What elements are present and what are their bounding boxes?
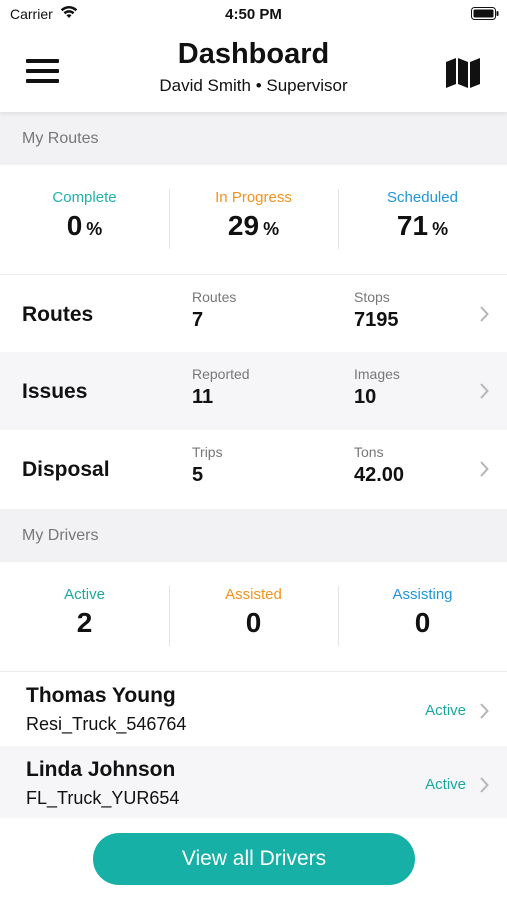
disposal-row[interactable]: Disposal Trips 5 Tons 42.00: [0, 430, 507, 508]
chevron-right-icon: [480, 703, 489, 719]
route-stats: Complete 0% In Progress 29% Scheduled 71…: [0, 165, 507, 273]
images-count-value: 10: [354, 386, 377, 408]
stat-complete-value: 0: [66, 210, 83, 241]
map-icon[interactable]: [445, 56, 481, 90]
tons-count: Tons 42.00: [354, 444, 404, 487]
stat-in-progress-unit: %: [263, 219, 280, 239]
trips-count-value: 5: [192, 464, 204, 486]
stops-count-value: 7195: [354, 309, 399, 331]
stops-count: Stops 7195: [354, 289, 399, 332]
stat-scheduled-value-wrap: 71%: [338, 210, 507, 242]
chevron-right-icon: [480, 777, 489, 793]
my-drivers-section-header: My Drivers: [0, 509, 507, 562]
driver-row[interactable]: Linda Johnson FL_Truck_YUR654 Active: [0, 746, 507, 821]
images-count: Images 10: [354, 366, 400, 409]
stat-assisting-value: 0: [414, 607, 431, 638]
my-routes-label: My Routes: [22, 130, 99, 147]
stat-in-progress: In Progress 29%: [169, 165, 338, 242]
routes-row[interactable]: Routes Routes 7 Stops 7195: [0, 274, 507, 352]
stat-in-progress-value: 29: [227, 210, 260, 241]
stat-scheduled-unit: %: [432, 219, 449, 239]
driver-row[interactable]: Thomas Young Resi_Truck_546764 Active: [0, 671, 507, 746]
stops-count-label: Stops: [354, 289, 390, 305]
stat-in-progress-label: In Progress: [215, 189, 292, 206]
stat-scheduled: Scheduled 71%: [338, 165, 507, 242]
routes-count: Routes 7: [192, 289, 236, 332]
trips-count-label: Trips: [192, 444, 223, 460]
issues-row[interactable]: Issues Reported 11 Images 10: [0, 352, 507, 430]
trips-count: Trips 5: [192, 444, 223, 487]
driver-truck: FL_Truck_YUR654: [26, 788, 180, 808]
stat-active-label: Active: [64, 586, 105, 603]
driver-status: Active: [425, 702, 466, 719]
reported-count-label: Reported: [192, 366, 250, 382]
driver-stats: Active 2 Assisted 0 Assisting 0: [0, 562, 507, 670]
routes-count-value: 7: [192, 309, 204, 331]
images-count-label: Images: [354, 366, 400, 382]
stat-assisted: Assisted 0: [169, 562, 338, 639]
stat-assisting-label: Assisting: [392, 586, 453, 603]
app-header: Dashboard David Smith • Supervisor: [0, 28, 507, 112]
chevron-right-icon: [480, 306, 489, 322]
my-routes-section-header: My Routes: [0, 112, 507, 165]
tons-count-value: 42.00: [354, 464, 405, 486]
routes-count-label: Routes: [192, 289, 237, 305]
stat-complete-value-wrap: 0%: [0, 210, 169, 242]
stat-active-value: 2: [76, 607, 93, 638]
footer: View all Drivers: [0, 818, 507, 900]
reported-count: Reported 11: [192, 366, 250, 409]
page-title: Dashboard: [177, 38, 330, 70]
stat-scheduled-value: 71: [396, 210, 429, 241]
battery-icon: [471, 7, 499, 25]
view-all-drivers-button[interactable]: View all Drivers: [93, 833, 415, 885]
driver-name: Thomas Young: [26, 684, 176, 707]
routes-row-title: Routes: [22, 303, 94, 326]
disposal-row-title: Disposal: [22, 458, 110, 481]
stat-complete-unit: %: [86, 219, 103, 239]
tons-count-label: Tons: [354, 444, 384, 460]
stat-assisted-label: Assisted: [225, 586, 282, 603]
chevron-right-icon: [480, 461, 489, 477]
status-bar: Carrier 4:50 PM: [0, 0, 507, 28]
issues-row-title: Issues: [22, 380, 88, 403]
driver-truck: Resi_Truck_546764: [26, 714, 187, 734]
user-subtitle: David Smith • Supervisor: [159, 76, 348, 95]
driver-status: Active: [425, 776, 466, 793]
stat-complete-label: Complete: [52, 189, 117, 206]
driver-name: Linda Johnson: [26, 758, 176, 781]
stat-assisted-value: 0: [245, 607, 262, 638]
reported-count-value: 11: [192, 386, 214, 408]
chevron-right-icon: [480, 383, 489, 399]
stat-scheduled-label: Scheduled: [387, 189, 458, 206]
stat-complete: Complete 0%: [0, 165, 169, 242]
my-drivers-label: My Drivers: [22, 527, 99, 544]
clock: 4:50 PM: [225, 6, 282, 23]
stat-assisting: Assisting 0: [338, 562, 507, 639]
stat-in-progress-value-wrap: 29%: [169, 210, 338, 242]
stat-active: Active 2: [0, 562, 169, 639]
